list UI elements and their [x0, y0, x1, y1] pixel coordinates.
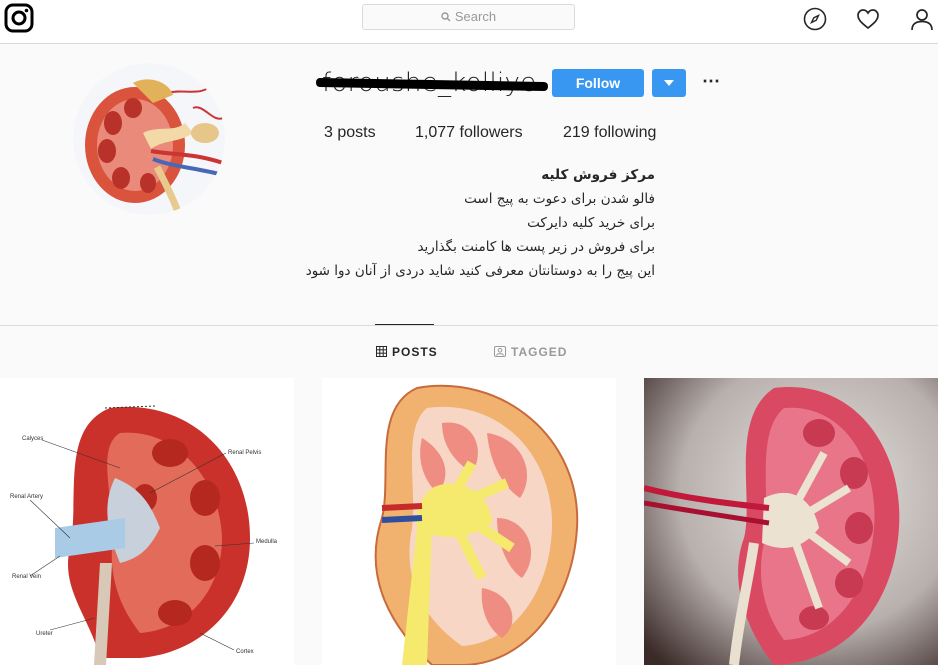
- followers-stat[interactable]: 1,077 followers: [415, 124, 523, 142]
- diagram-label: Renal Vein: [12, 574, 41, 580]
- instagram-logo-icon[interactable]: [4, 3, 34, 33]
- diagram-label: Cortex: [236, 649, 254, 655]
- posts-count: 3: [324, 124, 333, 141]
- more-options-icon[interactable]: ⋯: [699, 71, 723, 95]
- posts-label: posts: [337, 124, 376, 141]
- bio-full-name: مرکز فروش کلیه: [541, 167, 655, 183]
- grid-icon: [376, 346, 387, 357]
- following-count: 219: [563, 124, 590, 141]
- tab-tagged[interactable]: TAGGED: [494, 345, 567, 359]
- post-thumbnail[interactable]: Calyces Renal Pelvis Renal Artery Medull…: [0, 378, 294, 665]
- followers-count: 1,077: [415, 124, 456, 141]
- diagram-label: Renal Artery: [10, 494, 43, 500]
- follow-button[interactable]: Follow: [552, 69, 644, 97]
- tabs-divider: [0, 325, 938, 326]
- following-stat[interactable]: 219 following: [563, 124, 656, 142]
- diagram-label: Calyces: [22, 436, 43, 442]
- follow-options-dropdown-button[interactable]: [652, 69, 686, 97]
- bio-line: برای فروش در زیر پست ها کامنت بگذارید: [417, 239, 655, 255]
- tab-posts[interactable]: POSTS: [376, 345, 438, 359]
- compass-icon[interactable]: [803, 7, 827, 31]
- profile-bio: مرکز فروش کلیه فالو شدن برای دعوت به پیج…: [300, 163, 655, 283]
- search-icon: [441, 12, 451, 22]
- heart-icon[interactable]: [856, 7, 880, 31]
- following-label: following: [594, 124, 657, 141]
- bio-line: فالو شدن برای دعوت به پیج است: [464, 191, 655, 207]
- post-thumbnail[interactable]: [644, 378, 938, 665]
- search-placeholder: Search: [454, 9, 497, 24]
- tagged-icon: [494, 346, 506, 357]
- profile-username: foroushe_kolliye: [315, 68, 549, 98]
- user-icon[interactable]: [910, 7, 934, 31]
- tab-tagged-label: TAGGED: [511, 345, 568, 359]
- diagram-label: Renal Pelvis: [228, 450, 261, 456]
- profile-avatar[interactable]: [73, 63, 225, 215]
- posts-stat: 3 posts: [324, 124, 376, 142]
- top-navigation-bar: Search: [0, 0, 938, 44]
- chevron-down-icon: [664, 80, 674, 86]
- diagram-label: Ureter: [36, 631, 53, 637]
- bio-line: این پیج را به دوستانتان معرفی کنید شاید …: [305, 263, 655, 279]
- search-input[interactable]: Search: [362, 4, 575, 30]
- diagram-label: Medulla: [256, 539, 278, 545]
- tab-posts-label: POSTS: [392, 345, 438, 359]
- followers-label: followers: [459, 124, 523, 141]
- active-tab-indicator: [375, 324, 434, 325]
- post-thumbnail[interactable]: [322, 378, 616, 665]
- bio-line: برای خرید کلیه دایرکت: [527, 215, 655, 231]
